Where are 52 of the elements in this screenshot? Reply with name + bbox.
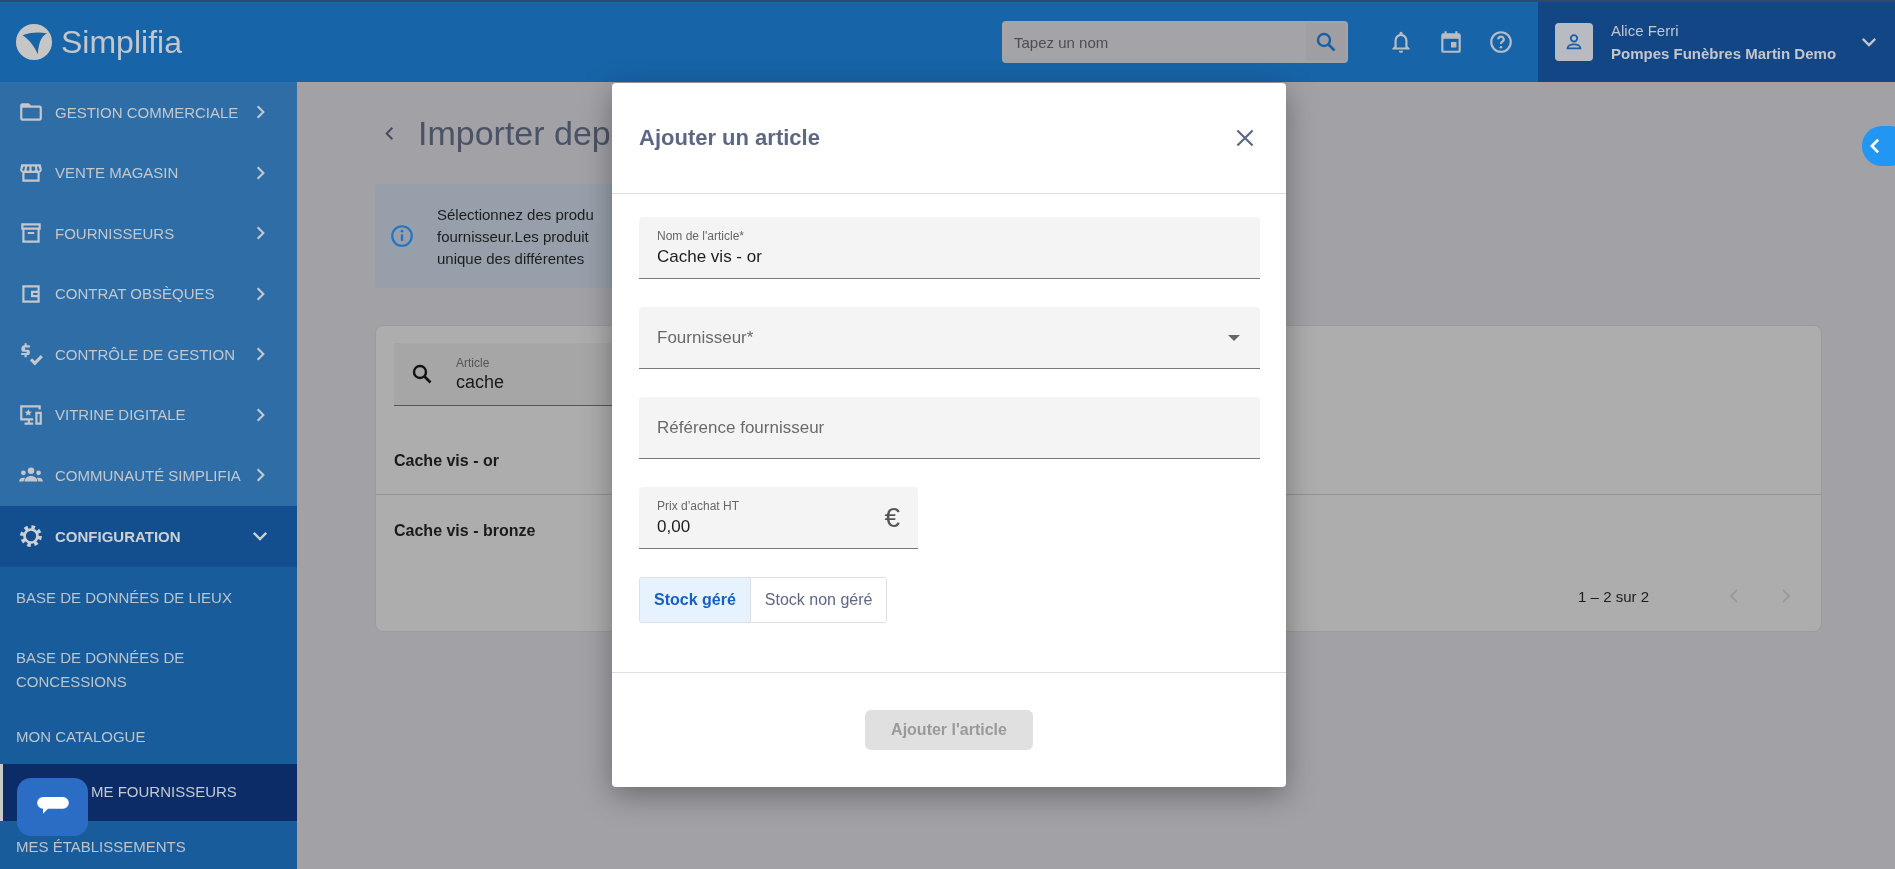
user-name: Alice Ferri: [1611, 22, 1680, 39]
info-text: Sélectionnez des produ: [437, 205, 594, 223]
pagination-range: 1 – 2 sur 2: [1578, 587, 1649, 605]
stock-toggle-option[interactable]: Stock non géré: [749, 578, 887, 622]
back-icon[interactable]: [385, 125, 394, 141]
help-icon[interactable]: [1488, 29, 1514, 55]
sidebar-subitem[interactable]: BASE DE DONNÉES DE CONCESSIONS: [0, 629, 297, 710]
app-logo-text: Simplifia: [61, 23, 182, 61]
page-title: Importer dep: [418, 113, 611, 153]
sidebar-item[interactable]: CONTRÔLE DE GESTION: [0, 324, 297, 385]
dropdown-arrow-icon: [1228, 334, 1240, 341]
info-icon: [389, 223, 415, 249]
supplier-select[interactable]: Fournisseur*: [639, 307, 1260, 369]
stock-toggle-option[interactable]: Stock géré: [640, 578, 750, 622]
info-text: unique des différentes: [437, 249, 586, 267]
dialog-title: Ajouter un article: [639, 125, 821, 151]
chevron-right-icon: [256, 104, 265, 121]
currency-symbol: €: [884, 501, 900, 534]
chevron-right-icon: [256, 225, 265, 242]
search-button[interactable]: [1306, 23, 1346, 61]
sidebar-item[interactable]: CONFIGURATION: [0, 505, 297, 567]
sidebar-item[interactable]: VITRINE DIGITALE: [0, 384, 297, 445]
floating-chat-button[interactable]: [17, 778, 88, 836]
sidebar-item[interactable]: CONTRAT OBSÈQUES: [0, 263, 297, 324]
input-field[interactable]: Prix d’achat HT 0,00 €: [639, 487, 918, 549]
sidebar-item[interactable]: GESTION COMMERCIALE: [0, 82, 297, 143]
company-name: Pompes Funèbres Martin Demo: [1611, 45, 1838, 62]
chevron-down-icon: [1861, 37, 1877, 47]
sidebar-item[interactable]: VENTE MAGASIN: [0, 142, 297, 203]
sidebar-item[interactable]: FOURNISSEURS: [0, 203, 297, 264]
dollar-check-icon: [18, 341, 44, 368]
chevron-right-icon: [256, 406, 265, 423]
search-icon: [1314, 30, 1338, 54]
chevron-down-icon: [252, 531, 268, 541]
info-text: fournisseur.Les produit: [437, 227, 590, 245]
chevron-right-icon: [256, 467, 265, 484]
search-field[interactable]: Tapez un nom: [1002, 21, 1348, 63]
chevron-right-icon: [256, 164, 265, 181]
sidebar-subitem[interactable]: MES ÉTABLISSEMENTS: [0, 820, 297, 869]
chevron-left-icon: [1870, 138, 1880, 154]
input-field[interactable]: Référence fournisseur: [639, 397, 1260, 459]
logo-icon: [15, 23, 53, 61]
calendar-icon[interactable]: [1438, 29, 1464, 55]
chevron-right-icon: [256, 346, 265, 363]
input-field[interactable]: Nom de l'article* Cache vis - or: [639, 217, 1260, 279]
chevron-right-icon: [256, 285, 265, 302]
search-icon: [410, 362, 434, 386]
user-menu[interactable]: Alice Ferri Pompes Funèbres Martin Demo: [1538, 2, 1895, 82]
settings-icon: [18, 523, 44, 549]
sidebar-subitem[interactable]: BASE DE DONNÉES DE LIEUX: [0, 566, 297, 630]
sidebar-subitem[interactable]: MON CATALOGUE: [0, 709, 297, 764]
sidebar-item[interactable]: COMMUNAUTÉ SIMPLIFIA: [0, 445, 297, 506]
